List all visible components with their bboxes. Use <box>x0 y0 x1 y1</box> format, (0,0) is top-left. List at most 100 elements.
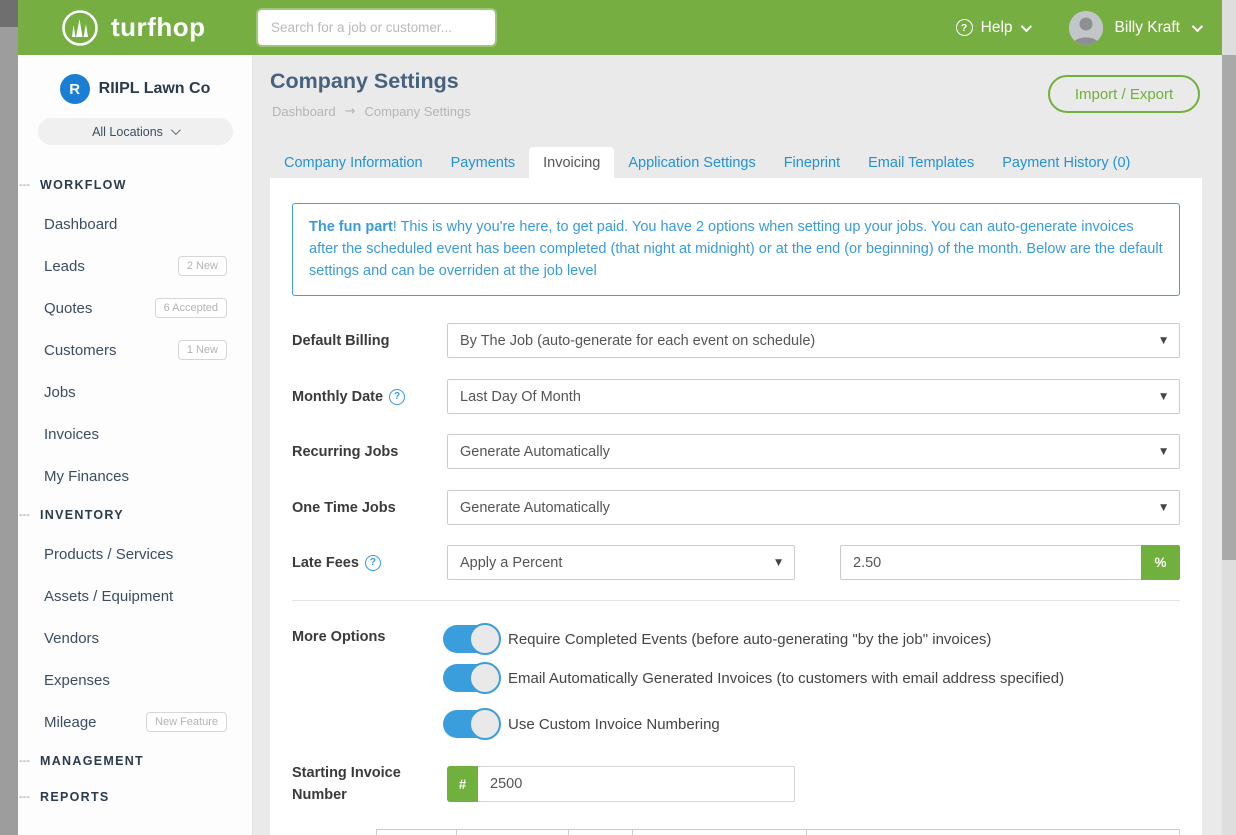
search-input[interactable] <box>258 10 495 45</box>
help-menu[interactable]: ? Help <box>956 19 1029 37</box>
percent-addon: % <box>1141 545 1180 580</box>
more-options-label: More Options <box>292 629 385 645</box>
help-label: Help <box>981 19 1013 37</box>
field-label: One Time Jobs <box>292 500 396 516</box>
help-icon[interactable]: ? <box>365 555 381 571</box>
selected-value: Generate Automatically <box>460 500 610 516</box>
item-label: Expenses <box>44 672 110 689</box>
sidebar-item-products-services[interactable]: Products / Services <box>18 533 252 575</box>
avatar <box>1069 11 1103 45</box>
brand[interactable]: turfhop <box>60 0 205 55</box>
section-dashes-icon: --- <box>19 755 30 767</box>
company-header: R RIIPL Lawn Co <box>18 55 252 104</box>
selected-value: Generate Automatically <box>460 444 610 460</box>
toggle-row-custom-numbering: Use Custom Invoice Numbering <box>443 706 720 742</box>
dropdown-arrow-icon: ▼ <box>1160 336 1167 346</box>
starting-invoice-number-input[interactable] <box>478 766 795 802</box>
custom-numbering-toggle[interactable] <box>443 710 497 738</box>
sidebar-item-mileage[interactable]: Mileage New Feature <box>18 701 252 743</box>
sidebar-section-workflow[interactable]: --- WORKFLOW <box>18 167 252 203</box>
header-right-cluster: ? Help Billy Kraft <box>956 0 1200 55</box>
sidebar-item-leads[interactable]: Leads 2 New <box>18 245 252 287</box>
tab-payment-history[interactable]: Payment History (0) <box>988 147 1144 178</box>
sidebar-item-quotes[interactable]: Quotes 6 Accepted <box>18 287 252 329</box>
tab-invoicing[interactable]: Invoicing <box>529 147 614 178</box>
company-logo: R <box>60 74 90 104</box>
import-export-button[interactable]: Import / Export <box>1048 75 1200 113</box>
late-fee-amount-group: % <box>840 545 1180 580</box>
sidebar-section-inventory[interactable]: --- INVENTORY <box>18 497 252 533</box>
chevron-down-icon <box>171 125 181 135</box>
one-time-jobs-select[interactable]: Generate Automatically ▼ <box>447 490 1180 525</box>
item-label: Quotes <box>44 300 92 317</box>
toggle-label: Use Custom Invoice Numbering <box>508 716 720 733</box>
default-billing-select[interactable]: By The Job (auto-generate for each event… <box>447 323 1180 358</box>
toggle-label: Require Completed Events (before auto-ge… <box>508 631 991 648</box>
toggle-knob <box>469 662 501 694</box>
app-window: turfhop ? Help Billy Kraft <box>0 0 1236 835</box>
sidebar-item-dashboard[interactable]: Dashboard <box>18 203 252 245</box>
company-name: RIIPL Lawn Co <box>99 80 211 98</box>
tab-bar: Company Information Payments Invoicing A… <box>270 147 1144 178</box>
require-completed-toggle[interactable] <box>443 625 497 653</box>
item-label: Leads <box>44 258 85 275</box>
help-icon[interactable]: ? <box>389 389 405 405</box>
location-label: All Locations <box>92 125 163 139</box>
sidebar-item-assets-equipment[interactable]: Assets / Equipment <box>18 575 252 617</box>
row-recurring-jobs: Recurring Jobs Generate Automatically ▼ <box>292 434 1180 469</box>
sidebar-item-invoices[interactable]: Invoices <box>18 413 252 455</box>
sidebar-item-vendors[interactable]: Vendors <box>18 617 252 659</box>
sidebar-item-jobs[interactable]: Jobs <box>18 371 252 413</box>
status-badge: 6 Accepted <box>155 298 227 318</box>
row-monthly-date: Monthly Date ? Last Day Of Month ▼ <box>292 379 1180 414</box>
section-label: WORKFLOW <box>40 178 127 192</box>
row-default-billing: Default Billing By The Job (auto-generat… <box>292 323 1180 358</box>
status-badge: 2 New <box>178 256 227 276</box>
section-label: MANAGEMENT <box>40 754 144 768</box>
tab-fineprint[interactable]: Fineprint <box>770 147 854 178</box>
right-scrollbar[interactable] <box>1222 0 1236 835</box>
item-label: Products / Services <box>44 546 173 563</box>
monthly-date-select[interactable]: Last Day Of Month ▼ <box>447 379 1180 414</box>
left-scrollbar-thumb[interactable] <box>0 0 18 27</box>
field-label: Late Fees <box>292 555 359 571</box>
tab-payments[interactable]: Payments <box>437 147 529 178</box>
section-label: INVENTORY <box>40 508 124 522</box>
toggle-knob <box>469 708 501 740</box>
late-fees-select[interactable]: Apply a Percent ▼ <box>447 545 795 580</box>
row-late-fees: Late Fees ? Apply a Percent ▼ % <box>292 545 1180 580</box>
item-label: Jobs <box>44 384 76 401</box>
recurring-jobs-select[interactable]: Generate Automatically ▼ <box>447 434 1180 469</box>
brand-name: turfhop <box>111 12 205 43</box>
turfhop-logo-icon <box>60 8 100 48</box>
invoicing-panel: The fun part! This is why you're here, t… <box>270 178 1202 835</box>
sidebar-item-expenses[interactable]: Expenses <box>18 659 252 701</box>
section-dashes-icon: --- <box>19 179 30 191</box>
user-menu[interactable]: Billy Kraft <box>1069 11 1200 45</box>
tab-email-templates[interactable]: Email Templates <box>854 147 988 178</box>
toggle-row-require-completed: Require Completed Events (before auto-ge… <box>443 621 991 657</box>
field-label: Recurring Jobs <box>292 444 398 460</box>
user-name: Billy Kraft <box>1115 19 1180 37</box>
left-scrollbar[interactable] <box>0 0 18 835</box>
section-label: REPORTS <box>40 790 110 804</box>
email-invoices-toggle[interactable] <box>443 664 497 692</box>
right-scrollbar-thumb[interactable] <box>1222 55 1236 560</box>
location-selector[interactable]: All Locations <box>38 118 233 145</box>
breadcrumb-current: Company Settings <box>365 104 471 119</box>
breadcrumb-dashboard[interactable]: Dashboard <box>272 104 336 119</box>
sidebar-section-management[interactable]: --- MANAGEMENT <box>18 743 252 779</box>
sidebar-section-reports[interactable]: --- REPORTS <box>18 779 252 815</box>
breadcrumb-arrow-icon: → <box>345 104 356 119</box>
late-fee-amount-input[interactable] <box>840 545 1141 580</box>
sidebar-item-customers[interactable]: Customers 1 New <box>18 329 252 371</box>
sidebar: R RIIPL Lawn Co All Locations --- WORKFL… <box>18 55 253 835</box>
tab-application-settings[interactable]: Application Settings <box>614 147 769 178</box>
sidebar-item-my-finances[interactable]: My Finances <box>18 455 252 497</box>
main-content: Company Settings Dashboard → Company Set… <box>253 55 1222 835</box>
dropdown-arrow-icon: ▼ <box>1160 503 1167 513</box>
tab-company-information[interactable]: Company Information <box>270 147 437 178</box>
hash-addon: # <box>447 766 478 802</box>
item-label: Vendors <box>44 630 99 647</box>
dropdown-arrow-icon: ▼ <box>1160 447 1167 457</box>
